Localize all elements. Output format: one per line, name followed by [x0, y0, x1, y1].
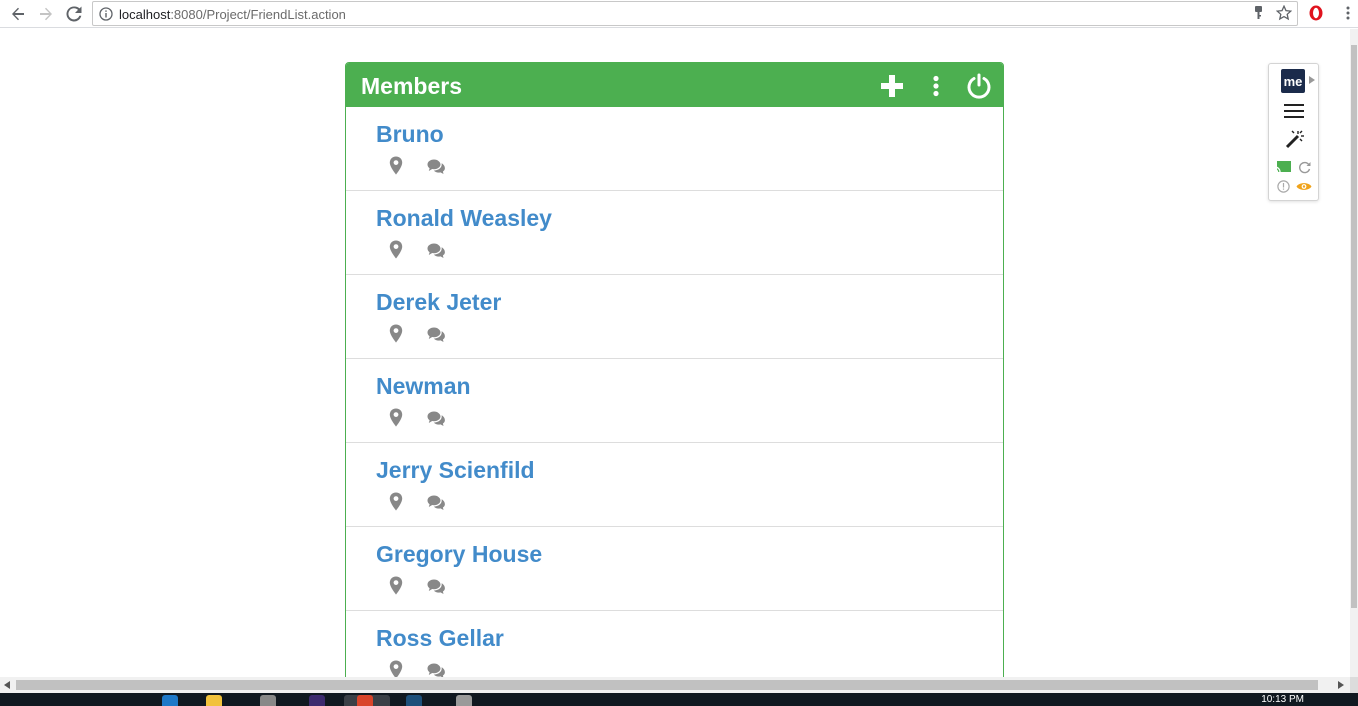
taskbar-app-icon[interactable]	[309, 695, 325, 706]
browser-toolbar: localhost:8080/Project/FriendList.action	[0, 0, 1358, 28]
member-row: Gregory House	[346, 527, 1003, 611]
eye-icon[interactable]	[1296, 181, 1312, 192]
taskbar-app-icon[interactable]	[206, 695, 222, 706]
comments-icon[interactable]	[427, 327, 447, 342]
members-panel: Members Bruno Ronald Weasley Derek Jeter Ne…	[345, 62, 1004, 677]
more-vertical-icon[interactable]	[928, 73, 944, 99]
comments-icon[interactable]	[427, 411, 447, 426]
taskbar-app-icon[interactable]	[162, 695, 178, 706]
horizontal-scrollbar[interactable]	[0, 677, 1350, 693]
member-row: Derek Jeter	[346, 275, 1003, 359]
member-row: Bruno	[346, 107, 1003, 191]
clock[interactable]: 10:13 PM	[1261, 694, 1304, 705]
comments-icon[interactable]	[427, 159, 447, 174]
cast-icon[interactable]	[1275, 161, 1291, 173]
back-icon[interactable]	[8, 4, 28, 24]
comments-icon[interactable]	[427, 495, 447, 510]
panel-title: Members	[361, 73, 462, 99]
reload-icon[interactable]	[64, 4, 84, 24]
comments-icon[interactable]	[427, 579, 447, 594]
map-marker-icon[interactable]	[389, 408, 403, 427]
refresh-icon[interactable]	[1298, 161, 1311, 174]
key-icon[interactable]	[1252, 5, 1268, 21]
map-marker-icon[interactable]	[389, 324, 403, 343]
star-icon[interactable]	[1276, 5, 1292, 21]
scroll-right-icon[interactable]	[1338, 681, 1344, 689]
taskbar-app-icon[interactable]	[357, 695, 373, 706]
panel-header: Members	[346, 63, 1003, 107]
opera-icon[interactable]	[1308, 5, 1324, 21]
taskbar-app-icon[interactable]	[260, 695, 276, 706]
forward-icon[interactable]	[36, 4, 56, 24]
expand-arrow-icon[interactable]	[1309, 76, 1315, 84]
menu-icon[interactable]	[1340, 5, 1356, 21]
member-name-link[interactable]: Ross Gellar	[376, 625, 504, 652]
taskbar: 10:13 PM	[0, 693, 1358, 706]
comments-icon[interactable]	[427, 243, 447, 258]
url-text: localhost:8080/Project/FriendList.action	[119, 7, 346, 22]
extension-badge[interactable]: me	[1281, 69, 1305, 93]
member-name-link[interactable]: Bruno	[376, 121, 444, 148]
vertical-scroll-thumb[interactable]	[1351, 45, 1357, 608]
member-name-link[interactable]: Ronald Weasley	[376, 205, 552, 232]
alert-icon[interactable]	[1277, 180, 1290, 193]
vertical-scrollbar[interactable]	[1350, 29, 1358, 677]
address-bar[interactable]: localhost:8080/Project/FriendList.action	[92, 1, 1298, 26]
member-list: Bruno Ronald Weasley Derek Jeter Newman Jerr…	[346, 107, 1003, 677]
member-name-link[interactable]: Newman	[376, 373, 471, 400]
info-icon[interactable]	[99, 7, 113, 21]
map-marker-icon[interactable]	[389, 240, 403, 259]
scroll-left-icon[interactable]	[4, 681, 10, 689]
power-icon[interactable]	[965, 73, 993, 99]
magic-wand-icon[interactable]	[1284, 130, 1304, 150]
map-marker-icon[interactable]	[389, 660, 403, 677]
map-marker-icon[interactable]	[389, 492, 403, 511]
page-viewport: Members Bruno Ronald Weasley Derek Jeter Ne…	[0, 29, 1350, 677]
member-name-link[interactable]: Jerry Scienfild	[376, 457, 535, 484]
map-marker-icon[interactable]	[389, 156, 403, 175]
map-marker-icon[interactable]	[389, 576, 403, 595]
taskbar-app-icon[interactable]	[406, 695, 422, 706]
member-row: Jerry Scienfild	[346, 443, 1003, 527]
member-row: Ronald Weasley	[346, 191, 1003, 275]
plus-icon[interactable]	[878, 73, 906, 99]
member-row: Newman	[346, 359, 1003, 443]
comments-icon[interactable]	[427, 663, 447, 677]
horizontal-scroll-thumb[interactable]	[16, 680, 1318, 690]
scrollbar-corner	[1350, 677, 1358, 693]
member-name-link[interactable]: Gregory House	[376, 541, 542, 568]
member-row: Ross Gellar	[346, 611, 1003, 677]
taskbar-app-icon[interactable]	[456, 695, 472, 706]
extension-panel: me	[1268, 63, 1319, 201]
hamburger-icon[interactable]	[1284, 103, 1304, 119]
member-name-link[interactable]: Derek Jeter	[376, 289, 501, 316]
